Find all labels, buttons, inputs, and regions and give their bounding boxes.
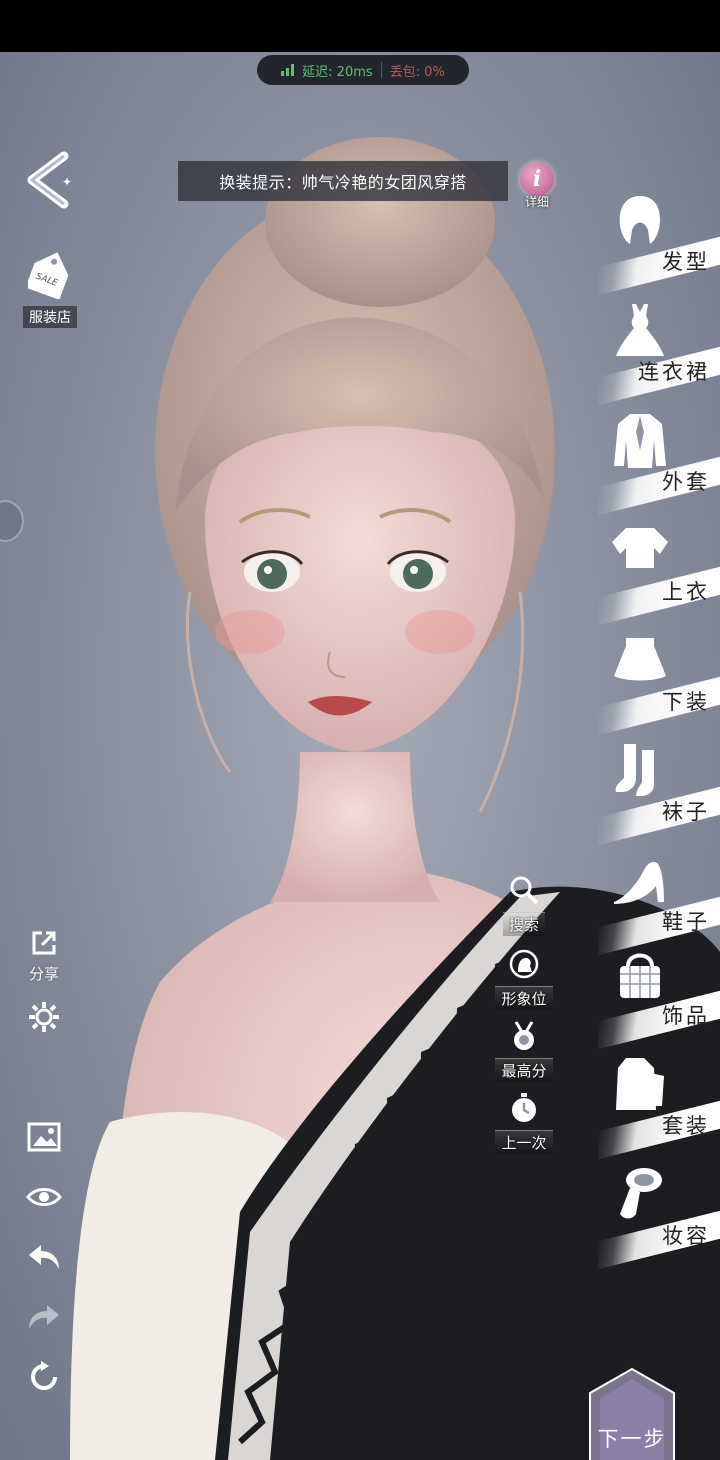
suit-icon (616, 1058, 664, 1110)
picture-icon[interactable] (24, 1117, 64, 1157)
eye-icon[interactable] (24, 1177, 64, 1217)
socks-icon (615, 744, 654, 796)
outfit-hint-banner: 换装提示：帅气冷艳的女团风穿搭 (178, 161, 508, 201)
outfit-hint-text: 换装提示：帅气冷艳的女团风穿搭 (219, 173, 467, 192)
category-label: 鞋子 (662, 910, 710, 934)
sale-tag-icon: SALE (25, 252, 69, 300)
info-button[interactable]: i 详细 (515, 162, 559, 210)
category-label: 袜子 (662, 800, 710, 824)
bag-icon (620, 953, 660, 998)
category-outfit-set[interactable]: 套装 (598, 1050, 720, 1160)
category-shoes[interactable]: 鞋子 (598, 846, 720, 956)
category-dress[interactable]: 连衣裙 (598, 296, 720, 406)
last-time-label: 上一次 (495, 1130, 553, 1154)
network-status-pill: 延迟: 20ms 丢包: 0% (257, 55, 469, 85)
info-icon: i (520, 162, 554, 196)
coat-icon (614, 414, 666, 468)
category-socks[interactable]: 袜子 (598, 736, 720, 846)
category-label: 妆容 (662, 1224, 710, 1248)
signal-icon (281, 64, 295, 76)
category-label: 发型 (662, 250, 710, 274)
info-label: 详细 (524, 195, 549, 209)
next-step-label: 下一步 (597, 1427, 667, 1451)
search-button[interactable]: 搜索 (486, 874, 562, 936)
settings-gear-icon[interactable] (24, 997, 64, 1037)
shoe-icon (614, 862, 664, 904)
skirt-icon (614, 638, 666, 681)
portrait-slot-icon (509, 949, 539, 979)
category-bottoms[interactable]: 下装 (598, 626, 720, 736)
search-label: 搜索 (502, 912, 545, 936)
svg-text:✦: ✦ (62, 175, 72, 189)
clothing-shop-button[interactable]: SALE 服装店 (14, 247, 86, 328)
category-coat[interactable]: 外套 (598, 406, 720, 516)
divider (380, 62, 382, 78)
category-label: 下装 (662, 690, 710, 714)
undo-icon[interactable] (24, 1237, 64, 1277)
medal-icon (514, 1021, 534, 1050)
category-makeup[interactable]: 妆容 (598, 1160, 720, 1270)
back-chevron-icon[interactable]: ✦ (24, 150, 76, 210)
portrait-slot-label: 形象位 (495, 986, 553, 1010)
dress-icon (616, 304, 664, 356)
category-label: 饰品 (662, 1004, 710, 1028)
last-time-button[interactable]: 上一次 (486, 1092, 562, 1154)
category-label: 上衣 (662, 580, 710, 604)
portrait-slot-button[interactable]: 形象位 (486, 948, 562, 1010)
packet-loss-text: 丢包: 0% (389, 64, 445, 80)
latency-text: 延迟: 20ms (302, 64, 373, 80)
makeup-icon (620, 1168, 662, 1219)
share-label: 分享 (28, 965, 59, 983)
category-label: 连衣裙 (638, 360, 710, 384)
clock-icon (512, 1093, 536, 1122)
reset-icon[interactable] (24, 1357, 64, 1397)
hair-icon (619, 196, 660, 244)
search-icon (510, 876, 539, 905)
highest-score-label: 最高分 (495, 1058, 553, 1082)
category-hair[interactable]: 发型 (598, 186, 720, 296)
game-scene: 延迟: 20ms 丢包: 0% ✦ 换装提示：帅气冷艳的女团风穿搭 i 详细 S… (0, 52, 720, 1460)
share-icon (32, 931, 56, 955)
next-step-button[interactable]: 下一步 (584, 1365, 680, 1460)
category-top[interactable]: 上衣 (598, 516, 720, 626)
category-label: 外套 (662, 470, 710, 494)
category-label: 套装 (662, 1114, 710, 1138)
highest-score-button[interactable]: 最高分 (486, 1020, 562, 1082)
top-icon (612, 528, 668, 568)
category-accessories[interactable]: 饰品 (598, 940, 720, 1050)
shop-label: 服装店 (23, 305, 77, 328)
redo-icon[interactable] (24, 1297, 64, 1337)
share-button[interactable]: 分享 (20, 927, 68, 984)
